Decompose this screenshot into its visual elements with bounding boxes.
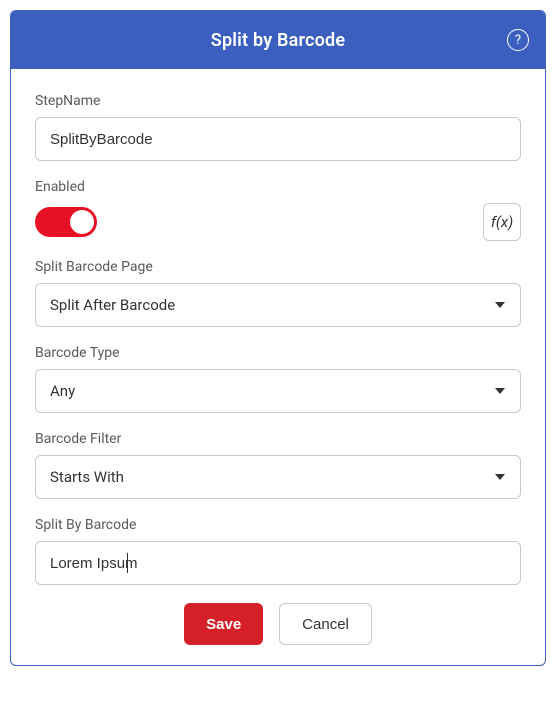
barcode-type-value: Any (50, 382, 75, 400)
panel-body: StepName Enabled f(x) Split Barcode Page (11, 69, 545, 665)
fx-button[interactable]: f(x) (483, 203, 521, 241)
barcode-type-select[interactable]: Any (35, 369, 521, 413)
panel-header: Split by Barcode ? (11, 11, 545, 69)
save-button[interactable]: Save (184, 603, 263, 645)
barcode-filter-label: Barcode Filter (35, 431, 521, 447)
split-barcode-page-select[interactable]: Split After Barcode (35, 283, 521, 327)
barcode-filter-value: Starts With (50, 468, 124, 486)
split-by-barcode-label: Split By Barcode (35, 517, 521, 533)
fx-icon: f(x) (491, 213, 513, 231)
panel-footer: Save Cancel (35, 603, 521, 645)
split-by-barcode-input[interactable] (35, 541, 521, 585)
barcode-type-label: Barcode Type (35, 345, 521, 361)
toggle-knob (70, 210, 94, 234)
enabled-label: Enabled (35, 179, 521, 195)
field-barcode-filter: Barcode Filter Starts With (35, 431, 521, 499)
panel-title: Split by Barcode (27, 30, 529, 51)
help-icon[interactable]: ? (507, 29, 529, 51)
step-name-input[interactable] (35, 117, 521, 161)
barcode-filter-select[interactable]: Starts With (35, 455, 521, 499)
field-enabled: Enabled f(x) (35, 179, 521, 241)
field-split-by-barcode: Split By Barcode (35, 517, 521, 585)
enabled-toggle[interactable] (35, 207, 97, 237)
step-name-label: StepName (35, 93, 521, 109)
field-step-name: StepName (35, 93, 521, 161)
field-barcode-type: Barcode Type Any (35, 345, 521, 413)
split-barcode-page-value: Split After Barcode (50, 296, 175, 314)
split-barcode-page-label: Split Barcode Page (35, 259, 521, 275)
cancel-button[interactable]: Cancel (279, 603, 372, 645)
field-split-barcode-page: Split Barcode Page Split After Barcode (35, 259, 521, 327)
help-icon-glyph: ? (515, 33, 521, 48)
split-by-barcode-panel: Split by Barcode ? StepName Enabled f(x) (10, 10, 546, 666)
